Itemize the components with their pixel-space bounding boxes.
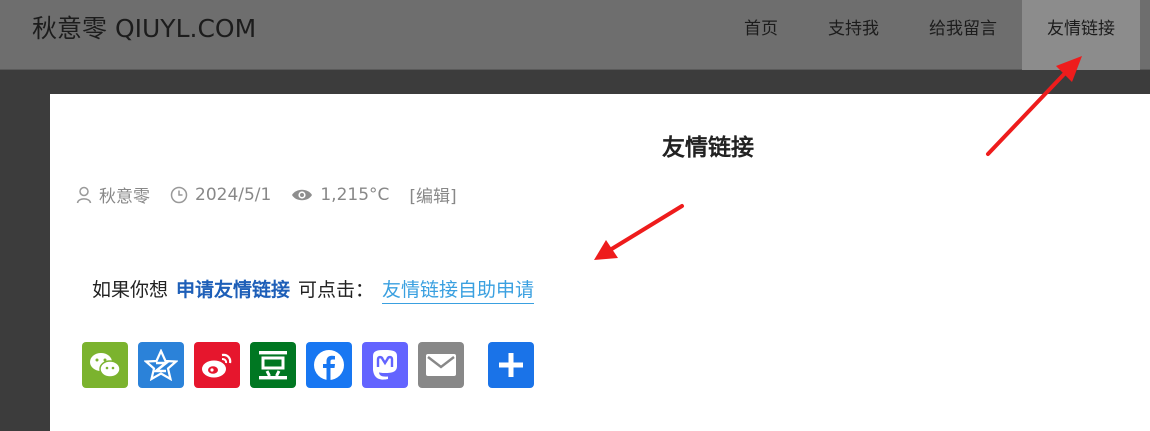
qzone-icon [144, 349, 178, 381]
nav-item-message[interactable]: 给我留言 [904, 0, 1022, 70]
share-bar [82, 342, 544, 388]
share-facebook-button[interactable] [306, 342, 352, 388]
post-author: 秋意零 [99, 187, 150, 207]
email-icon [426, 354, 456, 376]
mastodon-icon [373, 350, 397, 380]
clock-icon [170, 186, 188, 204]
wechat-icon [90, 353, 121, 378]
share-wechat-button[interactable] [82, 342, 128, 388]
share-more-button[interactable] [488, 342, 534, 388]
share-email-button[interactable] [418, 342, 464, 388]
weibo-icon [202, 353, 232, 378]
friend-link-apply-link[interactable]: 友情链接自助申请 [382, 275, 535, 304]
main-nav: 首页 支持我 给我留言 友情链接 [719, 0, 1140, 70]
douban-icon [259, 351, 287, 380]
share-qzone-button[interactable] [138, 342, 184, 388]
edit-link[interactable]: [编辑] [409, 182, 456, 207]
post-views: 1,215°C [320, 184, 390, 205]
post-title: 友情链接 [662, 135, 754, 161]
nav-item-support[interactable]: 支持我 [803, 0, 904, 70]
share-weibo-button[interactable] [194, 342, 240, 388]
user-icon [76, 186, 92, 204]
post-body: 如果你想 申请友情链接 可点击： 友情链接自助申请 [92, 275, 535, 304]
eye-icon [291, 187, 313, 203]
share-mastodon-button[interactable] [362, 342, 408, 388]
facebook-icon [314, 350, 344, 380]
post-card: 友情链接 秋意零 2024/5/1 1,215°C [编辑] 如果你想 申请友情… [50, 94, 1150, 431]
nav-item-friend-links[interactable]: 友情链接 [1022, 0, 1140, 70]
body-prefix: 如果你想 [92, 279, 169, 301]
share-douban-button[interactable] [250, 342, 296, 388]
body-middle: 可点击： [298, 279, 375, 301]
nav-item-home[interactable]: 首页 [719, 0, 803, 70]
share-plus-icon [499, 353, 523, 377]
site-title[interactable]: 秋意零 QIUYL.COM [32, 12, 256, 46]
post-meta: 秋意零 2024/5/1 1,215°C [编辑] [76, 182, 457, 207]
body-emphasis: 申请友情链接 [176, 279, 291, 301]
top-navbar: 秋意零 QIUYL.COM 首页 支持我 给我留言 友情链接 [0, 0, 1150, 70]
post-date: 2024/5/1 [195, 184, 272, 205]
